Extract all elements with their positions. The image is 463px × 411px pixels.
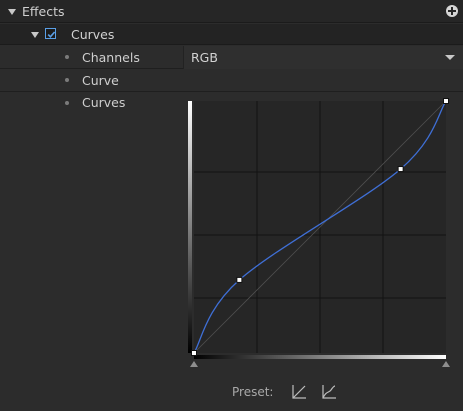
bullet-icon xyxy=(65,78,69,82)
curve-control-point[interactable] xyxy=(236,276,243,283)
curves-label: Curves xyxy=(82,95,126,110)
effect-enabled-checkbox[interactable] xyxy=(45,28,56,39)
curve-control-point[interactable] xyxy=(191,350,197,356)
property-row-channels: Channels RGB xyxy=(0,46,463,69)
curve-label: Curve xyxy=(82,73,119,88)
panel-title: Effects xyxy=(22,4,65,19)
effect-row-curves[interactable]: Curves xyxy=(0,24,463,45)
bullet-icon xyxy=(65,101,69,105)
white-point-slider-icon[interactable] xyxy=(442,361,450,367)
preset-label: Preset: xyxy=(232,385,274,399)
preset-scurve-button[interactable] xyxy=(320,383,338,401)
check-icon xyxy=(47,31,56,38)
add-effect-icon[interactable] xyxy=(446,5,458,17)
curve-control-point[interactable] xyxy=(443,98,449,104)
dropdown-arrow-icon xyxy=(445,55,455,60)
s-curve-icon xyxy=(322,385,336,399)
channels-dropdown-value: RGB xyxy=(191,50,218,65)
black-point-slider-icon[interactable] xyxy=(190,361,198,367)
input-gradient-bar xyxy=(194,355,446,359)
bullet-icon xyxy=(65,55,69,59)
channels-label: Channels xyxy=(82,50,140,65)
effect-name: Curves xyxy=(71,27,115,42)
linear-curve-icon xyxy=(292,385,306,399)
curves-editor[interactable] xyxy=(180,95,455,375)
preset-linear-button[interactable] xyxy=(290,383,308,401)
output-gradient-bar xyxy=(188,101,192,353)
effects-panel-header: Effects xyxy=(0,0,463,23)
curve-control-point[interactable] xyxy=(397,166,404,173)
channels-dropdown[interactable]: RGB xyxy=(183,46,463,69)
expand-arrow-icon[interactable] xyxy=(31,32,39,38)
property-row-curve: Curve xyxy=(0,69,463,92)
collapse-arrow-icon[interactable] xyxy=(8,9,16,15)
